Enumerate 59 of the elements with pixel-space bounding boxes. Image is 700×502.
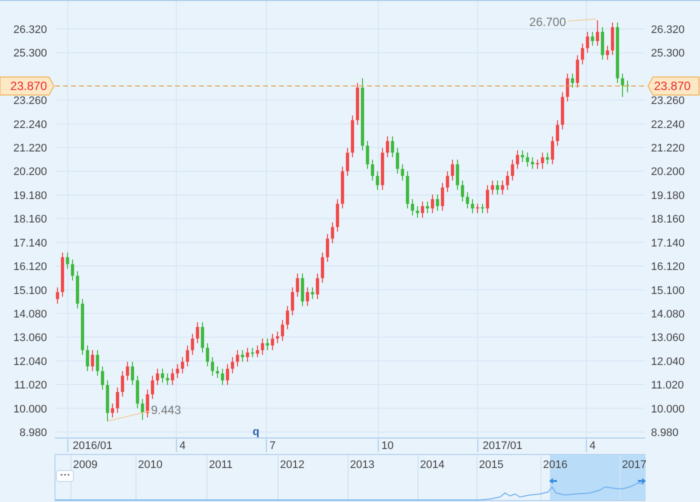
y-axis-label: 26.320 [13, 24, 47, 36]
x-axis-label: 2016/01 [72, 440, 112, 452]
y-axis-label: 17.140 [651, 237, 685, 250]
y-axis-label: 23.260 [13, 95, 47, 108]
min-price-label: 9.443 [151, 403, 182, 417]
y-axis-label: 22.240 [13, 118, 47, 131]
right-arrow-icon[interactable] [638, 478, 646, 484]
y-axis-label: 21.220 [651, 142, 685, 155]
y-axis-label: 11.020 [651, 380, 684, 392]
y-axis-label: 18.160 [651, 214, 685, 226]
navigator-year-label: 2009 [73, 459, 98, 471]
navigator-year-label: 2017 [622, 459, 646, 471]
leader-line [568, 18, 596, 22]
price-tag: 23.870 [0, 76, 55, 96]
ref-line-label: 23.870 [10, 78, 48, 93]
y-axis-label: 11.020 [14, 380, 47, 392]
leader-line [108, 410, 150, 422]
navigator-year-label: 2015 [479, 459, 504, 471]
y-axis-label: 10.000 [651, 403, 685, 416]
y-axis-label: 15.100 [13, 284, 47, 297]
x-axis-label: 10 [381, 440, 394, 452]
y-axis-label: 13.060 [651, 332, 685, 344]
navigator-year-label: 2010 [138, 459, 162, 471]
y-axis-label: 19.180 [13, 190, 47, 202]
y-axis-label: 21.220 [13, 142, 47, 155]
x-axis-label: 4 [179, 440, 186, 452]
y-axis-label: 18.160 [13, 214, 47, 226]
y-axis-label: 15.100 [651, 284, 685, 297]
y-axis-label: 19.180 [651, 190, 685, 202]
y-axis-label: 20.200 [13, 166, 47, 178]
y-axis-label: 8.980 [651, 426, 679, 439]
y-axis-label: 14.080 [651, 308, 685, 320]
y-axis-label: 20.200 [651, 166, 685, 178]
y-axis-label: 12.040 [651, 356, 685, 368]
y-axis-label: 23.260 [651, 95, 685, 108]
price-tag: 23.870 [647, 76, 700, 96]
y-axis-label: 8.980 [19, 426, 47, 439]
y-axis-label: 13.060 [13, 332, 47, 344]
y-axis-label: 22.240 [651, 118, 685, 131]
y-axis-label: 25.300 [651, 48, 685, 60]
y-axis-label: 17.140 [13, 237, 47, 250]
navigator-year-label: 2013 [350, 459, 374, 471]
navigator-year-label: 2016 [543, 459, 568, 471]
navigator-year-label: 2011 [209, 459, 233, 471]
navigator-year-label: 2012 [280, 459, 304, 471]
navigator-year-label: 2014 [420, 459, 444, 471]
y-axis-label: 26.320 [651, 24, 685, 36]
y-axis-label: 10.000 [13, 403, 47, 416]
x-axis-label: 4 [589, 440, 596, 452]
x-axis-label: 2017/01 [482, 440, 522, 452]
max-price-label: 26.700 [529, 15, 566, 29]
y-axis-label: 12.040 [13, 356, 47, 368]
x-axis-label: 7 [269, 440, 276, 452]
y-axis-label: 16.120 [651, 261, 685, 274]
y-axis-label: 25.300 [13, 48, 47, 60]
left-arrow-icon[interactable] [549, 478, 557, 484]
event-marker[interactable]: q [252, 426, 260, 438]
y-axis-label: 14.080 [13, 308, 47, 320]
y-axis-label: 16.120 [13, 261, 47, 274]
